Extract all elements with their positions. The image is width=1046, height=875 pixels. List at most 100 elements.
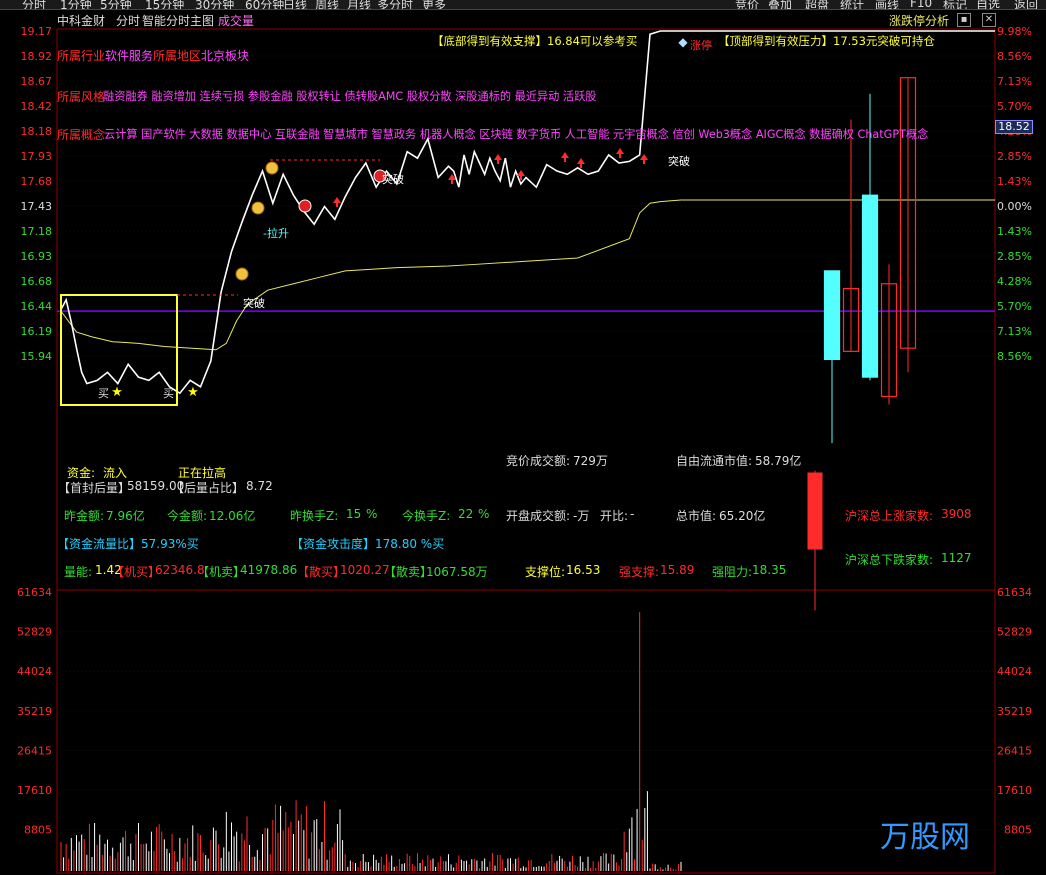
y-tick-left: 15.94	[21, 350, 53, 363]
prev-turnover-unit: %	[366, 507, 378, 521]
volume-tick-left: 52829	[17, 626, 52, 639]
volume-tick-right: 17610	[997, 784, 1032, 797]
prev-amount-label: 昨金额:	[64, 509, 105, 523]
volume-tick-left: 8805	[24, 824, 52, 837]
y-tick-left: 18.92	[21, 50, 53, 63]
open-amount-value: -万	[573, 509, 590, 523]
up-arrow-icon	[577, 158, 585, 168]
breakout-label: 突破	[382, 173, 404, 186]
up-count-label: 沪深总上涨家数:	[845, 509, 934, 523]
retail-buy-value: 1020.27	[340, 563, 390, 577]
up-arrow-icon	[561, 152, 569, 162]
style-value: 融资融券 融资增加 连续亏损 参股金融 股权转让 债转股AMC 股权分散 深股通…	[103, 90, 597, 103]
industry-value: 软件服务	[105, 49, 154, 63]
candle-body	[861, 194, 879, 378]
after-ratio-value: 8.72	[246, 479, 273, 493]
industry-label: 所属行业	[57, 49, 106, 63]
float-cap-label: 自由流通市值:	[676, 454, 753, 468]
today-turnover-value: 22	[458, 507, 474, 521]
volume-tick-left: 17610	[17, 784, 52, 797]
concept-value: 云计算 国产软件 大数据 数据中心 互联金融 智慧城市 智慧政务 机器人概念 区…	[104, 128, 929, 141]
prev-amount-value: 7.96亿	[106, 509, 145, 523]
y-tick-right: 1.43%	[997, 225, 1032, 238]
candle-body	[823, 270, 841, 361]
volume-tick-right: 44024	[997, 665, 1032, 678]
down-count-value: 1127	[941, 551, 972, 565]
y-tick-left: 16.93	[21, 250, 53, 263]
y-tick-left: 18.42	[21, 100, 53, 113]
open-ratio-value: -	[630, 507, 635, 521]
inst-buy-label: 【机买】	[112, 565, 161, 579]
volume-tick-right: 61634	[997, 586, 1032, 599]
candle-body	[807, 472, 823, 550]
volume-tick-right: 8805	[1004, 824, 1032, 837]
prev-turnover-value: 15	[346, 507, 362, 521]
inst-sell-label: 【机卖】	[197, 565, 246, 579]
y-tick-right: 1.43%	[997, 175, 1032, 188]
strong-support-value: 15.89	[660, 563, 695, 577]
y-tick-right: 5.70%	[997, 100, 1032, 113]
strong-resist-value: 18.35	[752, 563, 787, 577]
buy-signal-label: 买	[163, 387, 174, 400]
support-label: 支撑位:	[525, 565, 566, 579]
open-amount-label: 开盘成交额:	[506, 509, 571, 523]
down-count-label: 沪深总下跌家数:	[845, 553, 934, 567]
up-arrow-icon	[494, 154, 502, 164]
energy-label: 量能:	[64, 565, 93, 579]
flow-ratio-label: 【资金流量比】	[57, 537, 142, 551]
style-label: 所属风格	[57, 90, 106, 104]
retail-buy-label: 【散买】	[297, 565, 346, 579]
lift-label: -拉升	[263, 227, 289, 240]
y-tick-left: 18.18	[21, 125, 53, 138]
y-tick-left: 16.44	[21, 300, 53, 313]
seal-label: 【首封后量】	[58, 481, 131, 495]
buy-star-icon: ★	[187, 385, 199, 400]
y-tick-left: 16.68	[21, 275, 53, 288]
volume-tick-right: 26415	[997, 744, 1032, 757]
today-amount-label: 今金额:	[167, 509, 208, 523]
money-bag-icon	[235, 267, 249, 281]
y-tick-right: 7.13%	[997, 325, 1032, 338]
attack-label: 【资金攻击度】	[291, 537, 376, 551]
volume-tick-left: 61634	[17, 586, 52, 599]
region-label: 所属地区	[153, 49, 202, 63]
y-tick-left: 18.67	[21, 75, 53, 88]
support-value: 16.53	[566, 563, 601, 577]
money-bag-icon	[251, 201, 265, 215]
total-cap-value: 65.20亿	[719, 509, 766, 523]
y-tick-right: 5.70%	[997, 300, 1032, 313]
attack-value: 178.80 %买	[375, 537, 445, 551]
pressure-note: 【顶部得到有效压力】17.53元突破可持仓	[718, 34, 935, 48]
volume-tick-right: 35219	[997, 705, 1032, 718]
strong-support-label: 强支撑:	[619, 565, 660, 579]
current-price-tag: 18.52	[995, 120, 1033, 134]
prev-turnover-label: 昨换手Z:	[290, 509, 339, 523]
y-tick-right: 0.00%	[997, 200, 1032, 213]
region-value: 北京板块	[201, 49, 250, 63]
support-note: 【底部得到有效支撑】16.84可以参考买	[432, 34, 638, 48]
retail-sell-value: 1067.58万	[426, 565, 488, 579]
y-tick-right: 8.56%	[997, 50, 1032, 63]
auction-label: 竞价成交额:	[506, 454, 571, 468]
signal-ball-icon	[298, 199, 312, 213]
breakout-label: 突破	[668, 155, 690, 168]
float-cap-value: 58.79亿	[755, 454, 802, 468]
after-ratio-label: 【后量占比】	[172, 481, 245, 495]
y-tick-left: 17.18	[21, 225, 53, 238]
up-count-value: 3908	[941, 507, 972, 521]
today-amount-value: 12.06亿	[209, 509, 256, 523]
flow-ratio-value: 57.93%买	[141, 537, 199, 551]
total-cap-label: 总市值:	[676, 509, 717, 523]
breakout-label: 突破	[243, 297, 265, 310]
open-ratio-label: 开比:	[600, 509, 629, 523]
today-turnover-unit: %	[478, 507, 490, 521]
y-tick-right: 7.13%	[997, 75, 1032, 88]
y-tick-left: 19.17	[21, 25, 53, 38]
strong-resist-label: 强阻力:	[712, 565, 753, 579]
y-tick-left: 17.43	[21, 200, 53, 213]
avg-price-line	[60, 199, 682, 351]
y-tick-left: 17.93	[21, 150, 53, 163]
buy-star-icon: ★	[111, 385, 123, 400]
y-tick-left: 17.68	[21, 175, 53, 188]
y-tick-right: 2.85%	[997, 250, 1032, 263]
